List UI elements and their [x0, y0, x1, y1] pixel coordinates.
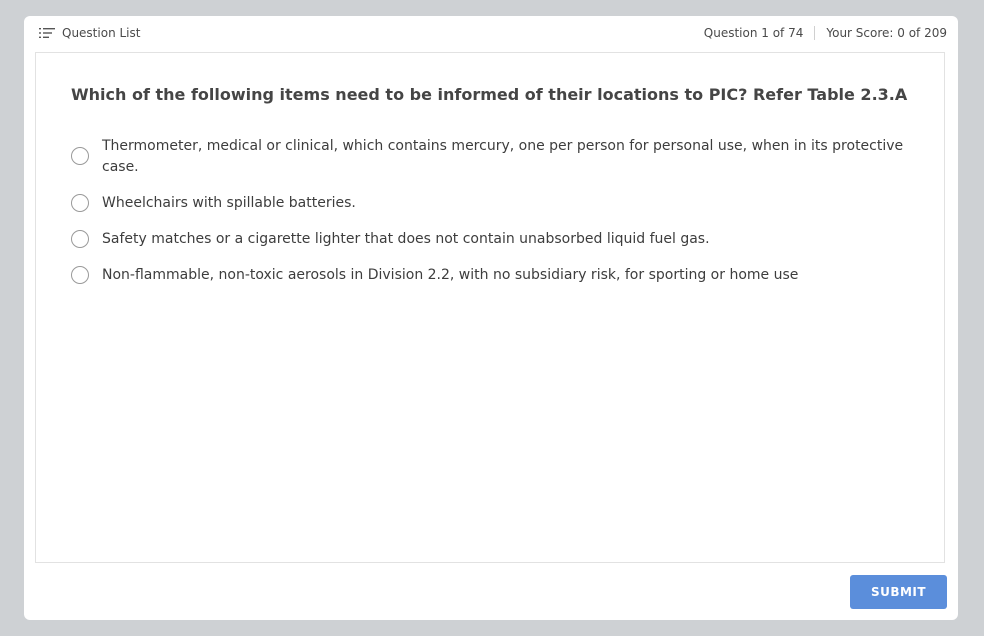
radio-button[interactable]: [71, 147, 89, 165]
question-counter: Question 1 of 74: [703, 26, 804, 40]
answer-option[interactable]: Safety matches or a cigarette lighter th…: [71, 230, 921, 250]
question-list-label: Question List: [62, 26, 141, 40]
quiz-meta: Question 1 of 74 Your Score: 0 of 209: [704, 26, 947, 40]
answer-option-label: Non-flammable, non-toxic aerosols in Div…: [102, 267, 799, 283]
answer-option-label: Wheelchairs with spillable batteries.: [102, 195, 356, 211]
radio-button[interactable]: [71, 266, 89, 284]
question-panel: Which of the following items need to be …: [35, 52, 945, 563]
quiz-card: Question List Question 1 of 74 Your Scor…: [24, 16, 958, 620]
radio-button[interactable]: [71, 230, 89, 248]
score-display: Your Score: 0 of 209: [826, 26, 947, 40]
answer-option-label: Thermometer, medical or clinical, which …: [102, 138, 904, 175]
submit-button[interactable]: SUBMIT: [850, 575, 947, 609]
radio-button[interactable]: [71, 194, 89, 212]
answer-options: Thermometer, medical or clinical, which …: [71, 137, 921, 302]
answer-option[interactable]: Thermometer, medical or clinical, which …: [71, 137, 921, 178]
answer-option[interactable]: Wheelchairs with spillable batteries.: [71, 194, 921, 214]
quiz-topbar: Question List Question 1 of 74 Your Scor…: [24, 16, 958, 52]
question-text: Which of the following items need to be …: [71, 85, 908, 104]
answer-option[interactable]: Non-flammable, non-toxic aerosols in Div…: [71, 266, 921, 286]
answer-option-label: Safety matches or a cigarette lighter th…: [102, 231, 710, 247]
list-icon: [39, 28, 55, 38]
question-list-button[interactable]: Question List: [39, 26, 140, 40]
meta-divider: [814, 26, 816, 40]
